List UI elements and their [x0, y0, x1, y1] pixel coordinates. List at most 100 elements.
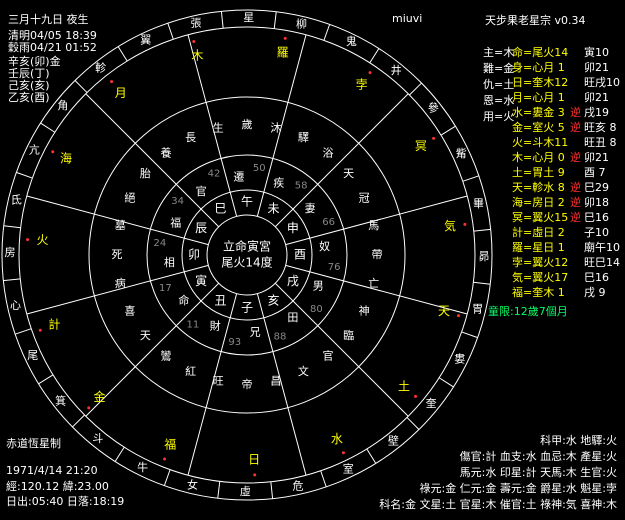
palace-name: 相 — [164, 256, 175, 269]
shensha-star: 帝 — [242, 377, 253, 391]
palace-age: 76 — [328, 262, 341, 273]
planet-dot — [51, 150, 55, 154]
summary-row: 用=火 — [483, 110, 515, 123]
mansion-divider — [14, 328, 32, 335]
mansion-label: 牛 — [137, 460, 148, 474]
mansion-divider — [117, 46, 128, 62]
mansion-label: 亢 — [29, 143, 40, 157]
shensha-row: 祿元:金 仁元:金 壽元:金 爵星:水 魁星:孛 — [419, 482, 617, 495]
house-divider — [256, 293, 307, 476]
palace-name: 命 — [178, 293, 189, 307]
mansion-divider — [273, 11, 277, 29]
palace-name: 官 — [196, 184, 207, 198]
summary-row: 恩=水 — [483, 94, 515, 107]
planet-position: 子10 — [584, 226, 609, 239]
top-center-label: miuvi — [392, 12, 423, 25]
palace-name: 福 — [170, 215, 181, 229]
mansion-label: 軫 — [95, 61, 106, 75]
palace-age: 58 — [295, 181, 308, 192]
mansion-divider — [74, 80, 88, 93]
shensha-star: 帶 — [372, 248, 383, 261]
planet-dot — [87, 406, 91, 410]
mansion-label: 昴 — [478, 250, 489, 263]
planet-marker: 羅 — [277, 46, 289, 60]
mansion-divider — [440, 125, 456, 136]
mansion-divider — [3, 225, 21, 229]
shensha-star: 冠 — [359, 192, 370, 205]
planet-name: 火=斗木11 — [512, 136, 569, 149]
shensha-row: 傷官:計 血支:水 血忌:木 產星:火 — [459, 450, 617, 463]
shensha-star: 昌 — [270, 375, 281, 388]
mansion-label: 角 — [57, 99, 68, 112]
mansion-divider — [40, 122, 56, 133]
mansion-divider — [72, 414, 85, 428]
sun-times: 日出:05:40 日落:18:19 — [6, 495, 125, 508]
inner-branch-label: 寅 — [195, 273, 207, 288]
inner-branch-label: 巳 — [214, 202, 226, 216]
header-pillar-hour: 乙亥(酉) — [8, 91, 50, 104]
planet-position: 旺戌10 — [584, 76, 620, 89]
shensha-row: 科甲:水 地驛:火 — [540, 434, 617, 447]
inner-branch-label: 亥 — [267, 293, 279, 307]
planet-position: 酉 7 — [584, 166, 606, 179]
palace-name: 疾 — [273, 176, 284, 190]
planet-name: 冥=翼火15 — [512, 211, 569, 224]
header-guyu: 穀雨04/21 01:52 — [8, 41, 97, 54]
mansion-label: 箕 — [55, 393, 66, 407]
inner-branch-label: 戌 — [287, 274, 299, 288]
palace-name: 財 — [210, 318, 221, 332]
planet-dot — [163, 457, 167, 461]
planet-dot — [463, 222, 467, 226]
shensha-star: 天 — [343, 167, 354, 180]
mansion-label: 女 — [187, 478, 198, 492]
planet-position: 戌 9 — [584, 286, 606, 299]
palace-age: 17 — [159, 283, 172, 294]
house-divider — [274, 93, 409, 228]
birth-datetime: 1971/4/14 21:20 — [6, 464, 98, 477]
planet-marker: 冥 — [415, 139, 427, 153]
mansion-label: 翼 — [140, 34, 151, 47]
mansion-divider — [438, 377, 454, 388]
planet-marker: 気 — [444, 218, 456, 233]
app-title: 天步果老星宗 v0.34 — [485, 14, 586, 27]
palace-age: 24 — [153, 238, 166, 249]
planet-marker: 海 — [60, 150, 72, 165]
shensha-star: 病 — [115, 276, 126, 290]
shensha-star: 養 — [160, 145, 171, 159]
shensha-row: 馬元:水 印星:計 天馬:木 生官:火 — [459, 466, 617, 479]
planet-dot — [192, 40, 196, 44]
planet-marker: 日 — [248, 452, 260, 466]
planet-dot — [432, 136, 436, 140]
shensha-star: 紅 — [185, 365, 196, 378]
shensha-star: 鸞 — [160, 349, 171, 363]
planet-position: 巳16 — [584, 271, 609, 284]
inner-branch-label: 酉 — [294, 248, 306, 262]
mansion-label: 氐 — [11, 194, 22, 207]
planet-position: 寅10 — [584, 46, 609, 59]
shensha-star: 胎 — [140, 166, 151, 180]
house-divider — [85, 93, 220, 228]
planet-name: 福=奎木 1 — [512, 286, 565, 299]
mansion-divider — [163, 469, 171, 486]
palace-name: 遷 — [233, 170, 244, 183]
retrograde-mark: 逆 — [570, 181, 581, 194]
center-ascendant: 立命寅宮 — [223, 239, 271, 254]
planet-marker: 金 — [94, 389, 106, 404]
planet-dot — [456, 314, 460, 318]
mansion-label: 斗 — [92, 432, 103, 445]
mansion-label: 危 — [293, 479, 304, 492]
mansion-label: 井 — [391, 63, 402, 77]
mansion-divider — [114, 446, 125, 462]
mansion-label: 鬼 — [346, 34, 357, 48]
mansion-label: 壁 — [388, 433, 399, 447]
planet-position: 戌19 — [584, 106, 609, 119]
inner-branch-label: 申 — [287, 221, 299, 235]
mansion-label: 參 — [428, 101, 439, 115]
planet-dot — [110, 80, 114, 84]
mansion-divider — [16, 171, 33, 179]
palace-age: 50 — [253, 163, 266, 174]
mansion-divider — [270, 481, 274, 499]
inner-branch-label: 丑 — [214, 293, 226, 307]
inner-branch-label: 子 — [241, 301, 253, 315]
planet-name: 土=胃土 9 — [512, 166, 565, 179]
